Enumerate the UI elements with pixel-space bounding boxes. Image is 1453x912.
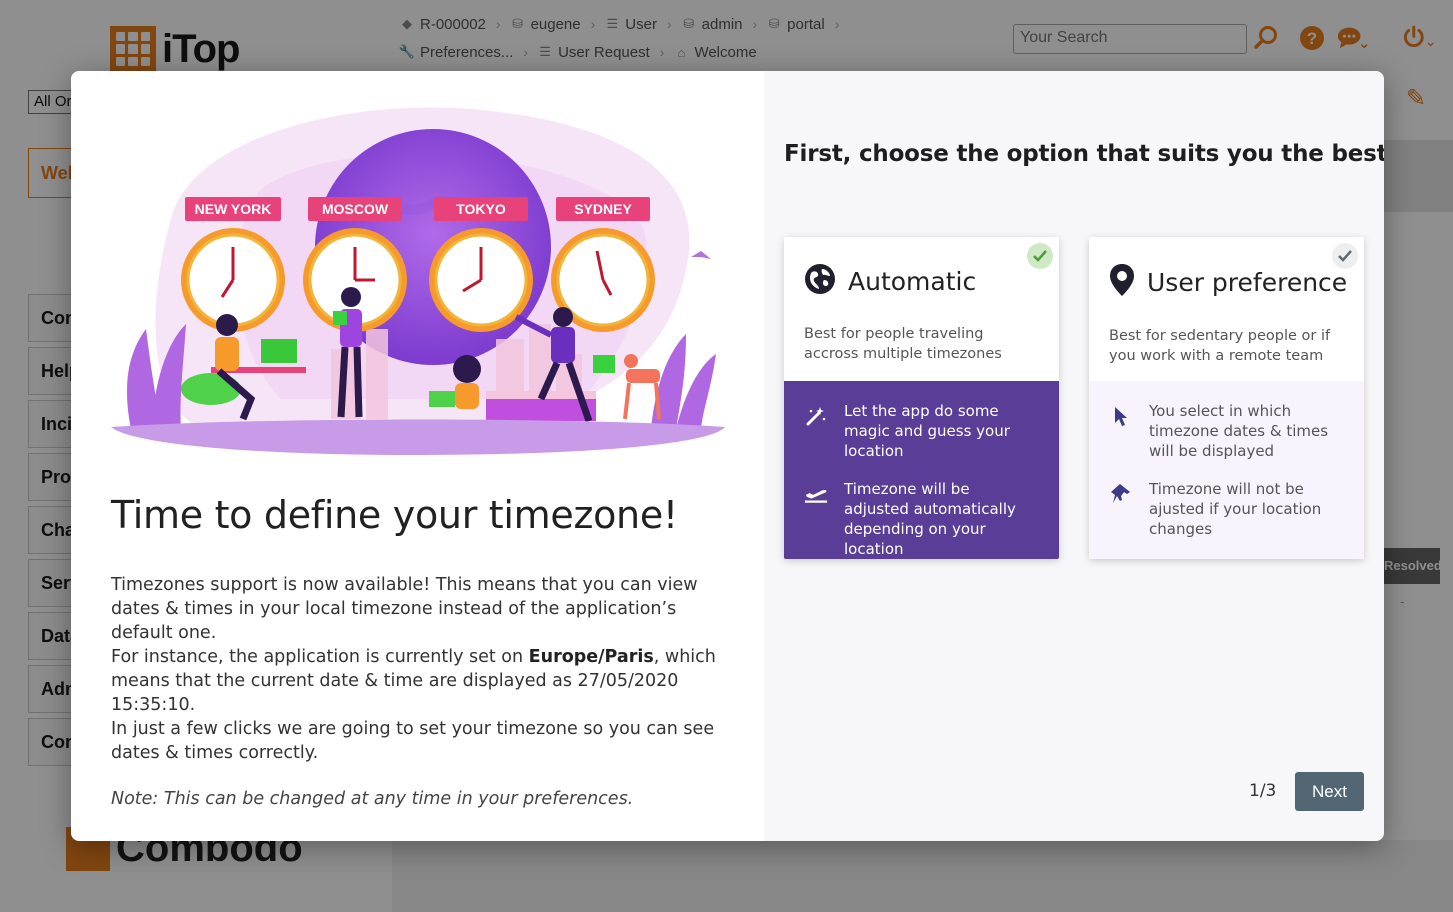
- magic-wand-icon: [804, 401, 828, 461]
- paragraph-text: For instance, the application is current…: [111, 647, 529, 667]
- option-title: Automatic: [848, 267, 977, 296]
- timezone-wizard-modal: NEW YORK MOSCOW TOKYO SYDNEY Time to def…: [71, 71, 1384, 841]
- feature-item: Let the app do some magic and guess your…: [804, 401, 1039, 461]
- feature-item: Timezone will not be ajusted if your loc…: [1109, 479, 1344, 539]
- feature-text: Timezone will not be ajusted if your loc…: [1149, 480, 1322, 538]
- next-button[interactable]: Next: [1295, 772, 1364, 811]
- option-card-automatic[interactable]: Automatic Best for people traveling accr…: [784, 237, 1059, 559]
- option-features: Let the app do some magic and guess your…: [784, 381, 1059, 559]
- check-icon: [1027, 243, 1053, 269]
- current-timezone-paragraph: For instance, the application is current…: [111, 645, 731, 717]
- options-heading: First, choose the option that suits you …: [784, 141, 1384, 167]
- feature-text: You select in which timezone dates & tim…: [1149, 402, 1329, 460]
- intro-paragraph: Timezones support is now available! This…: [111, 575, 698, 643]
- check-icon: [1332, 243, 1358, 269]
- card-header: Automatic Best for people traveling accr…: [784, 237, 1059, 381]
- cursor-pointer-icon: [1109, 401, 1133, 461]
- card-header: User preference Best for sedentary peopl…: [1089, 237, 1364, 381]
- modal-title: Time to define your timezone!: [111, 493, 678, 537]
- option-features: You select in which timezone dates & tim…: [1089, 381, 1364, 559]
- city-label-sydney: SYDNEY: [574, 201, 632, 217]
- step-indicator: 1/3: [1249, 781, 1277, 801]
- option-card-user-preference[interactable]: User preference Best for sedentary peopl…: [1089, 237, 1364, 559]
- modal-intro-panel: NEW YORK MOSCOW TOKYO SYDNEY Time to def…: [71, 71, 764, 841]
- timezone-illustration: NEW YORK MOSCOW TOKYO SYDNEY: [111, 107, 725, 455]
- feature-item: You select in which timezone dates & tim…: [1109, 401, 1344, 461]
- plane-icon: [804, 479, 828, 559]
- feature-text: Timezone will be adjusted automatically …: [844, 480, 1016, 558]
- instructions-paragraph: In just a few clicks we are going to set…: [111, 719, 715, 763]
- feature-text: Let the app do some magic and guess your…: [844, 402, 1010, 460]
- option-title: User preference: [1147, 268, 1348, 297]
- city-label-tokyo: TOKYO: [456, 201, 506, 217]
- thumbtack-icon: [1109, 479, 1133, 539]
- map-pin-icon: [1109, 263, 1135, 302]
- option-description: Best for people traveling accross multip…: [804, 326, 1002, 362]
- globe-icon: [804, 263, 836, 300]
- city-label-moscow: MOSCOW: [322, 201, 389, 217]
- city-label-new-york: NEW YORK: [195, 201, 272, 217]
- note-paragraph: Note: This can be changed at any time in…: [111, 789, 634, 809]
- current-timezone-value: Europe/Paris: [528, 647, 654, 667]
- option-description: Best for sedentary people or if you work…: [1109, 328, 1331, 364]
- feature-item: Timezone will be adjusted automatically …: [804, 479, 1039, 559]
